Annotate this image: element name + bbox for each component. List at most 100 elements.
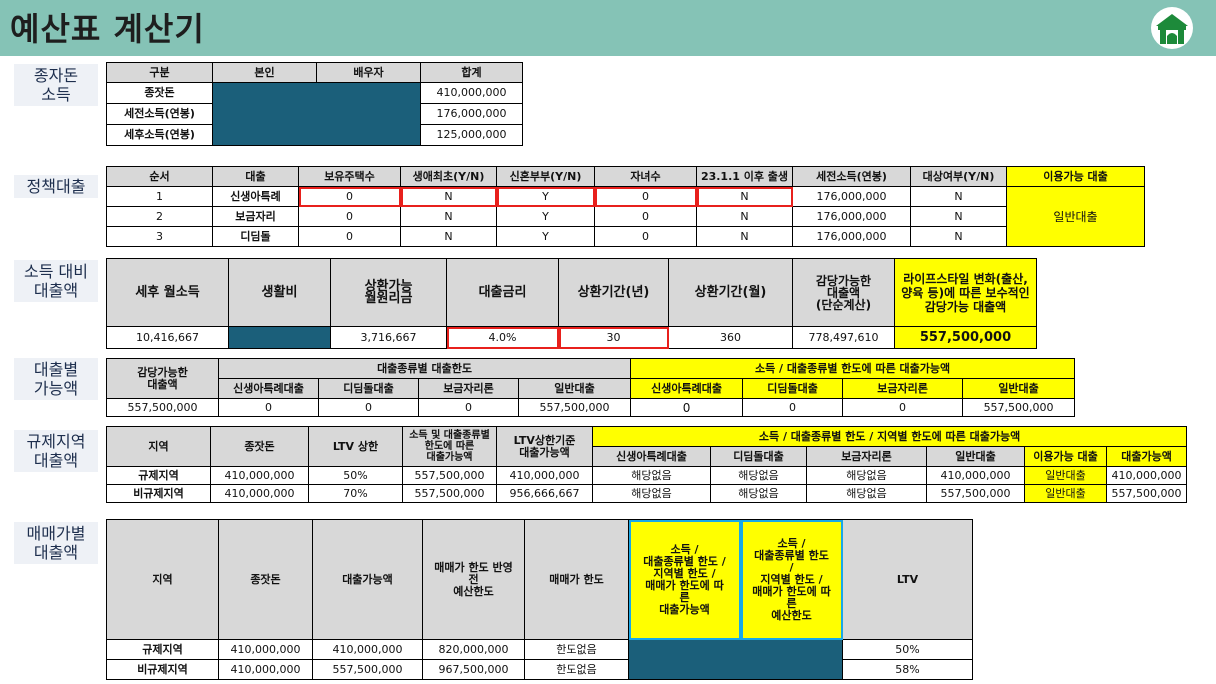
col-header: 23.1.1 이후 출생 (696, 166, 793, 187)
col-header: 대출가능액 (312, 519, 423, 640)
col-header: 대상여부(Y/N) (910, 166, 1007, 187)
ltv-cell: 50% (842, 639, 973, 660)
sub-header: 일반대출 (926, 446, 1025, 467)
value-cell: 410,000,000 (926, 466, 1025, 485)
col-header: 소득 및 대출종류별 한도에 따른 대출가능액 (402, 426, 497, 467)
area-cell: 비규제지역 (106, 484, 211, 503)
sub-header: 신생아특례대출 (630, 378, 744, 399)
col-header: 보유주택수 (298, 166, 401, 187)
sub-header: 보금자리론 (806, 446, 927, 467)
value-cell: 0 (842, 398, 964, 417)
col-header: 상환기간(월) (668, 258, 793, 327)
first-time-cell: N (400, 206, 497, 227)
value-cell: 557,500,000 (1105, 484, 1188, 503)
col-header: 본인 (212, 62, 317, 83)
col-header: 매매가 한도 (524, 519, 629, 640)
value-cell: 0 (418, 398, 519, 417)
repayable-cell: 3,716,667 (330, 326, 447, 349)
input-interest-rate[interactable]: 4.0% (446, 326, 559, 349)
col-header: 감당가능한 대출액 (단순계산) (792, 258, 895, 327)
input-cell-self-spouse[interactable] (212, 82, 421, 146)
sub-header: 대출가능액 (1105, 446, 1188, 467)
value-cell: 0 (630, 398, 744, 417)
col-header: 대출 (212, 166, 299, 187)
col-header: 생활비 (228, 258, 331, 327)
value-cell: 410,000,000 (312, 639, 423, 660)
value-cell: 70% (308, 484, 403, 503)
available-loan-cell: 일반대출 (1024, 484, 1107, 503)
sub-header: 디딤돌대출 (710, 446, 807, 467)
sub-header: 일반대출 (962, 378, 1076, 399)
value-cell: 557,500,000 (402, 466, 497, 485)
col-header-group-available: 소득 / 대출종류별 한도에 따른 대출가능액 (630, 358, 1076, 379)
row-label: 세후소득(연봉) (106, 124, 213, 146)
total-cell: 410,000,000 (420, 82, 523, 104)
input-newlywed[interactable]: Y (496, 186, 595, 207)
born-after-cell: N (696, 226, 793, 247)
value-cell: 967,500,000 (422, 659, 525, 680)
col-header: LTV (842, 519, 973, 640)
houses-cell: 0 (298, 226, 401, 247)
section-label-income-loan: 소득 대비 대출액 (14, 260, 98, 302)
input-born-after[interactable]: N (696, 186, 793, 207)
eligible-cell: N (910, 186, 1007, 207)
sub-header: 보금자리론 (842, 378, 964, 399)
order-cell: 2 (106, 206, 213, 227)
col-header: 지역 (106, 426, 211, 467)
area-cell: 규제지역 (106, 466, 211, 485)
col-header: 매매가 한도 반영 전 예산한도 (422, 519, 525, 640)
children-cell: 0 (594, 206, 697, 227)
total-cell: 176,000,000 (420, 103, 523, 125)
value-cell: 해당없음 (710, 466, 807, 485)
conservative-loan-cell: 557,500,000 (894, 326, 1037, 349)
input-children[interactable]: 0 (594, 186, 697, 207)
col-header-group: 대출종류별 대출한도 (217, 358, 632, 379)
repay-months-cell: 360 (668, 326, 793, 349)
order-cell: 3 (106, 226, 213, 247)
value-cell: 557,500,000 (312, 659, 423, 680)
input-houses-owned[interactable]: 0 (298, 186, 401, 207)
available-loan-cell: 일반대출 (1006, 186, 1145, 247)
value-cell: 410,000,000 (210, 484, 309, 503)
value-cell: 557,500,000 (962, 398, 1076, 417)
col-header: 상환가능 월원리금 (330, 258, 447, 327)
input-first-time[interactable]: N (400, 186, 497, 207)
col-header: 구분 (106, 62, 213, 83)
value-cell: 410,000,000 (218, 639, 313, 660)
col-header: 대출금리 (446, 258, 559, 327)
total-cell: 125,000,000 (420, 124, 523, 146)
value-cell: 557,500,000 (517, 398, 632, 417)
col-header: 신혼부부(Y/N) (496, 166, 595, 187)
ltv-cell: 58% (842, 659, 973, 680)
col-header: 상환기간(년) (558, 258, 669, 327)
value-cell: 410,000,000 (218, 659, 313, 680)
section-label-seed-income: 종자돈 소득 (14, 64, 98, 106)
page-title: 예산표 계산기 (10, 10, 205, 48)
value-cell: 한도없음 (524, 639, 629, 660)
col-header: 종잣돈 (218, 519, 313, 640)
sub-header: 이용가능 대출 (1024, 446, 1107, 467)
value-cell: 410,000,000 (210, 466, 309, 485)
col-header: 생애최초(Y/N) (400, 166, 497, 187)
sub-header: 디딤돌대출 (742, 378, 844, 399)
value-cell: 0 (218, 398, 319, 417)
sub-header: 디딤돌대출 (318, 378, 419, 399)
area-cell: 규제지역 (106, 639, 219, 660)
value-cell: 해당없음 (806, 466, 927, 485)
children-cell: 0 (594, 226, 697, 247)
income-cell: 176,000,000 (792, 206, 911, 227)
result-cell-dark (628, 639, 843, 680)
value-cell: 해당없음 (710, 484, 807, 503)
value-cell: 410,000,000 (1105, 466, 1188, 485)
value-cell: 557,500,000 (926, 484, 1025, 503)
value-cell: 0 (318, 398, 419, 417)
available-loan-cell: 일반대출 (1024, 466, 1107, 485)
income-loan-table: 세후 월소득 생활비 상환가능 월원리금 대출금리 상환기간(년) 상환기간(월… (106, 258, 1037, 349)
value-cell: 0 (742, 398, 844, 417)
input-living-cost[interactable] (228, 326, 331, 349)
col-header: 자녀수 (594, 166, 697, 187)
loan-name-cell: 신생아특례 (212, 186, 299, 207)
value-cell: 해당없음 (806, 484, 927, 503)
input-repay-years[interactable]: 30 (558, 326, 669, 349)
col-header: 지역 (106, 519, 219, 640)
